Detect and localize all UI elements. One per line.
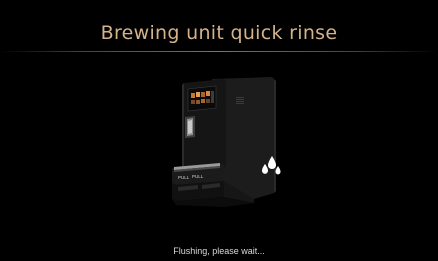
drip-tray-label-right: PULL xyxy=(192,174,204,179)
rinse-screen: Brewing unit quick rinse PULL PULL Flush… xyxy=(0,0,438,261)
status-message: Flushing, please wait... xyxy=(173,246,265,256)
coffee-machine-illustration: PULL PULL xyxy=(172,77,276,207)
water-drops-icon xyxy=(262,156,281,175)
drip-tray-label-left: PULL xyxy=(178,175,190,180)
page-title: Brewing unit quick rinse xyxy=(100,22,338,44)
title-divider xyxy=(0,51,438,52)
